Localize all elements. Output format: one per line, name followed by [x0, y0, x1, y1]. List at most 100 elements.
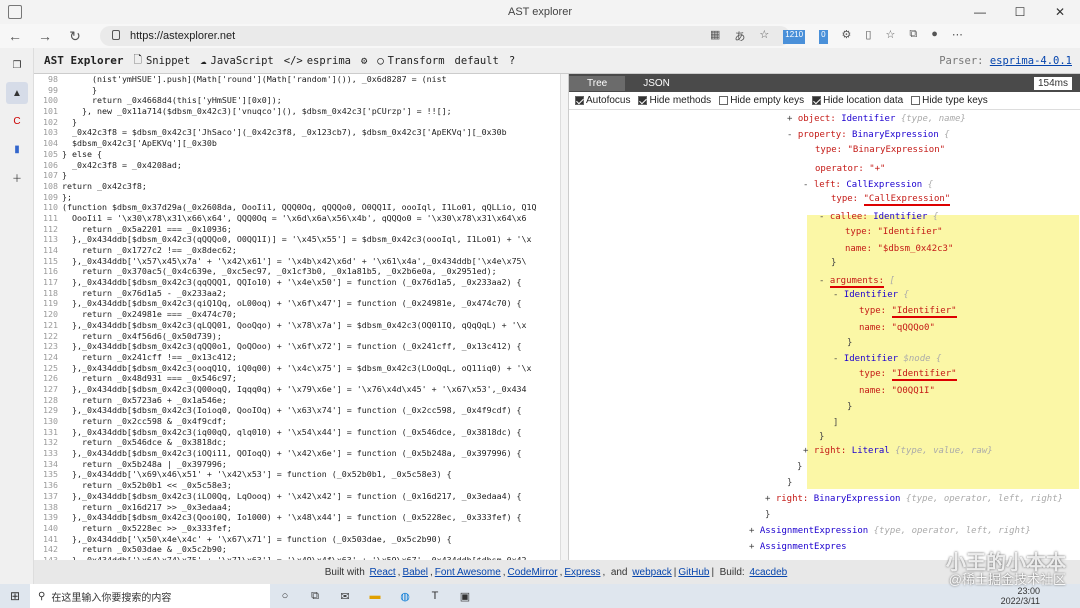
tree-node-assign[interactable]: + AssignmentExpression {type, operator, …: [749, 526, 1031, 536]
tree-node-arguments[interactable]: - arguments: [: [819, 276, 895, 288]
editor-scrollbar[interactable]: [560, 74, 568, 560]
tree-node-arg2[interactable]: - Identifier $node {: [833, 354, 941, 364]
fontawesome-link[interactable]: Font Awesome: [435, 567, 501, 578]
github-link[interactable]: GitHub: [678, 567, 709, 578]
build-hash-link[interactable]: 4cacdeb: [749, 567, 787, 578]
tab-actions-icon[interactable]: [8, 5, 22, 19]
code-line[interactable]: 129 },_0x434ddb[$dbsm_0x42c3(Ioioq0, Qoo…: [34, 405, 560, 416]
code-line[interactable]: 104 $dbsm_0x42c3['ApEKVq'][_0x30b: [34, 138, 560, 149]
csdn-icon[interactable]: C: [6, 110, 28, 132]
code-editor[interactable]: 98 (nist'ymHSUE'].push](Math['round'](Ma…: [34, 74, 560, 560]
add-icon[interactable]: ＋: [6, 166, 28, 188]
windows-icon[interactable]: ⊞: [0, 589, 30, 603]
transform-button[interactable]: ◯ Transform: [377, 55, 444, 67]
code-line[interactable]: 132 return _0x546dce & _0x3818dc;: [34, 437, 560, 448]
favorites-bar-icon[interactable]: ☆: [885, 28, 895, 44]
code-line[interactable]: 127 },_0x434ddb[$dbsm_0x42c3(Q00oqQ, Iqq…: [34, 384, 560, 395]
tree-node-left[interactable]: - left: CallExpression {: [803, 180, 933, 190]
babel-link[interactable]: Babel: [402, 567, 428, 578]
url-input[interactable]: https://astexplorer.net: [100, 26, 790, 46]
default-button[interactable]: default: [455, 55, 499, 67]
option-autofocus[interactable]: Autofocus: [575, 95, 630, 106]
code-line[interactable]: 138 return _0x16d217 >> _0x3edaa4;: [34, 502, 560, 513]
back-icon[interactable]: ←: [0, 28, 30, 44]
react-link[interactable]: React: [370, 567, 396, 578]
code-line[interactable]: 115 },_0x434ddb['\x57\x45\x7a' + '\x42\x…: [34, 256, 560, 267]
code-line[interactable]: 112 return _0x5a2201 === _0x10936;: [34, 224, 560, 235]
checkbox-icon[interactable]: [911, 96, 921, 105]
code-line[interactable]: 100 return _0x4668d4(this['yHmSUE'][0x0]…: [34, 95, 560, 106]
code-line[interactable]: 121 },_0x434ddb[$dbsm_0x42c3(qLQQ01, Qoo…: [34, 320, 560, 331]
option-hide-empty-keys[interactable]: Hide empty keys: [719, 95, 804, 106]
puzzle-icon[interactable]: ⚙: [842, 28, 852, 44]
code-line[interactable]: 98 (nist'ymHSUE'].push](Math['round'](Ma…: [34, 74, 560, 85]
bookmark-icon[interactable]: ▮: [6, 138, 28, 160]
code-line[interactable]: 118 return _0x76d1a5 - _0x233aa2;: [34, 288, 560, 299]
tab-json[interactable]: JSON: [625, 76, 688, 91]
code-line[interactable]: 99 }: [34, 85, 560, 96]
code-line[interactable]: 117 },_0x434ddb[$dbsm_0x42c3(qqQQQ1, QQI…: [34, 277, 560, 288]
code-line[interactable]: 133 },_0x434ddb[$dbsm_0x42c3(iOQi11, QOI…: [34, 448, 560, 459]
code-line[interactable]: 125 },_0x434ddb[$dbsm_0x42c3(ooqQ1Q, iQ0…: [34, 363, 560, 374]
checkbox-icon[interactable]: [719, 96, 729, 105]
settings-icon[interactable]: ⚙: [361, 55, 367, 67]
option-hide-location-data[interactable]: Hide location data: [812, 95, 903, 106]
collections-icon[interactable]: ⧉: [909, 28, 917, 44]
tab-tree[interactable]: Tree: [569, 75, 626, 91]
option-hide-type-keys[interactable]: Hide type keys: [911, 95, 988, 106]
translate-icon[interactable]: あ: [734, 28, 745, 44]
code-line[interactable]: 102 }: [34, 117, 560, 128]
split-icon[interactable]: ▯: [865, 28, 871, 44]
code-line[interactable]: 137 },_0x434ddb[$dbsm_0x42c3(iLO0Qq, LqO…: [34, 491, 560, 502]
parser-version-link[interactable]: esprima-4.0.1: [990, 55, 1072, 67]
taskbar-search[interactable]: ⚲ 在这里输入你要搜索的内容: [30, 584, 270, 608]
minimize-button[interactable]: —: [960, 0, 1000, 24]
code-line[interactable]: 113 },_0x434ddb[$dbsm_0x42c3(qQQQo0, O0Q…: [34, 234, 560, 245]
code-line[interactable]: 122 return _0x4f56d6(_0x50d739);: [34, 331, 560, 342]
parser-button[interactable]: </> esprima: [284, 55, 351, 67]
code-line[interactable]: 141 },_0x434ddb['\x50\x4e\x4c' + '\x67\x…: [34, 534, 560, 545]
code-line[interactable]: 128 return _0x5723a6 + _0x1a546e;: [34, 395, 560, 406]
code-line[interactable]: 110 (function $dbsm_0x37d29a(_0x2608da, O…: [34, 202, 560, 213]
typora-icon[interactable]: T: [420, 590, 450, 602]
code-line[interactable]: 107}: [34, 170, 560, 181]
code-line[interactable]: 106 _0x42c3f8 = _0x4208ad;: [34, 160, 560, 171]
extension-badge-2[interactable]: 0: [819, 30, 828, 44]
code-line[interactable]: 105} else {: [34, 149, 560, 160]
code-line[interactable]: 131 },_0x434ddb[$dbsm_0x42c3(iq00qQ, qlq…: [34, 427, 560, 438]
mail-icon[interactable]: ✉: [330, 590, 360, 603]
tree-node-object[interactable]: + object: Identifier {type, name}: [787, 114, 966, 124]
profile-icon[interactable]: ●: [931, 28, 938, 44]
tree-node-callee[interactable]: - callee: Identifier {: [819, 212, 938, 222]
close-button[interactable]: ✕: [1040, 0, 1080, 24]
webpack-link[interactable]: webpack: [632, 567, 671, 578]
code-line[interactable]: 103 _0x42c3f8 = $dbsm_0x42c3['JhSaco'](_…: [34, 127, 560, 138]
copy-icon[interactable]: ❐: [6, 54, 28, 76]
code-line[interactable]: 120 return _0x24981e === _0x474c70;: [34, 309, 560, 320]
refresh-icon[interactable]: ↻: [60, 28, 90, 45]
code-line[interactable]: 130 return _0x2cc598 & _0x4f9cdf;: [34, 416, 560, 427]
edge-icon[interactable]: ◍: [390, 590, 420, 603]
code-line[interactable]: 111 OooIi1 = '\x30\x78\x31\x66\x64', QQQ…: [34, 213, 560, 224]
code-line[interactable]: 135 },_0x434ddb['\x69\x46\x51' + '\x42\x…: [34, 469, 560, 480]
tree-node-assign2[interactable]: + AssignmentExpres: [749, 542, 847, 552]
checkbox-icon[interactable]: [812, 96, 822, 105]
more-icon[interactable]: ⋯: [952, 28, 963, 44]
checkbox-icon[interactable]: [638, 96, 648, 105]
code-line[interactable]: 126 return _0x48d931 === _0x546c97;: [34, 373, 560, 384]
snippet-button[interactable]: 🗋 Snippet: [133, 52, 190, 70]
express-link[interactable]: Express: [564, 567, 600, 578]
code-line[interactable]: 134 return _0x5b248a | _0x397996;: [34, 459, 560, 470]
tree-node-property[interactable]: - property: BinaryExpression {: [787, 130, 950, 140]
qr-icon[interactable]: ▦: [710, 28, 720, 44]
checkbox-icon[interactable]: [575, 96, 584, 105]
help-button[interactable]: ?: [509, 55, 515, 67]
cortana-icon[interactable]: ○: [270, 590, 300, 602]
code-line[interactable]: 108 return _0x42c3f8;: [34, 181, 560, 192]
language-button[interactable]: ☁ JavaScript: [200, 55, 274, 67]
code-line[interactable]: 116 return _0x370ac5(_0x4c639e, _0xc5ec9…: [34, 266, 560, 277]
task-view-icon[interactable]: ⧉: [300, 590, 330, 603]
code-line[interactable]: 109};: [34, 192, 560, 203]
option-hide-methods[interactable]: Hide methods: [638, 95, 711, 106]
forward-icon[interactable]: →: [30, 28, 60, 44]
